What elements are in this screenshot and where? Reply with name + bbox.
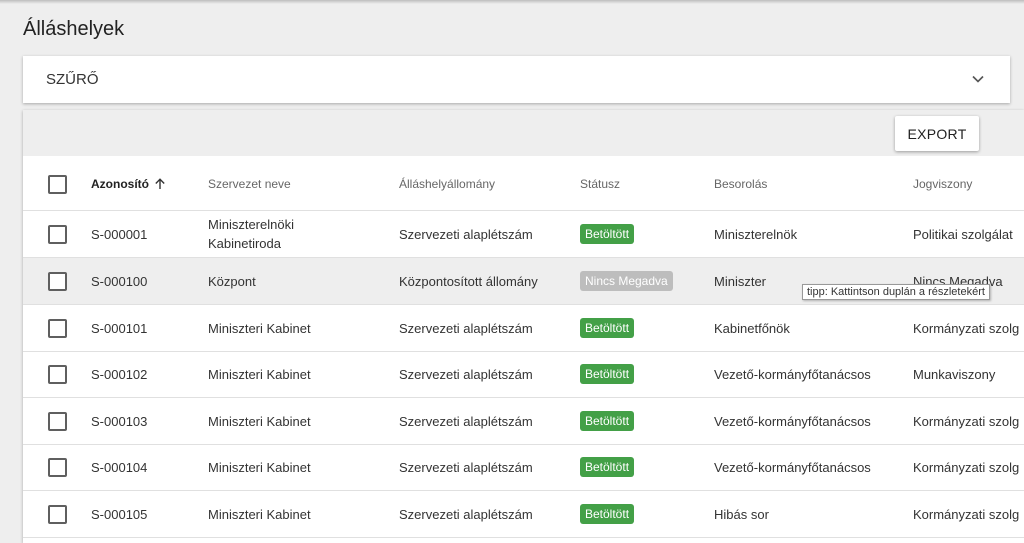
page-title: Álláshelyek (23, 18, 125, 40)
cell-legal: Kormányzati szolg (913, 413, 1020, 429)
cell-legal: Kormányzati szolg (913, 320, 1020, 336)
cell-status: Betöltött (580, 305, 635, 351)
cell-status: Nincs Megadva (580, 258, 673, 304)
column-header-id[interactable]: Azonosító (91, 157, 166, 210)
cell-legal: Kormányzati szolg (913, 459, 1020, 475)
column-header-stock[interactable]: Álláshelyállomány (399, 157, 495, 210)
cell-status: Betöltött (580, 444, 635, 490)
cell-legal: Politikai szolgálat (913, 226, 1013, 242)
row-checkbox[interactable] (48, 319, 67, 338)
column-header-legal[interactable]: Jogviszony (913, 157, 972, 210)
row-tooltip: tipp: Kattintson duplán a részletekért (802, 284, 990, 300)
filter-label: SZŰRŐ (46, 71, 99, 88)
cell-id: S-000001 (91, 226, 148, 242)
cell-id: S-000101 (91, 320, 148, 336)
cell-rank: Vezető-kormányfőtanácsos (714, 459, 871, 475)
row-checkbox[interactable] (48, 458, 67, 477)
row-checkbox[interactable] (48, 412, 67, 431)
cell-status: Betöltött (580, 211, 635, 257)
table-toolbar: EXPORT (23, 110, 1024, 156)
table-row[interactable]: S-000103 Miniszteri Kabinet Szervezeti a… (23, 398, 1024, 445)
status-badge: Betöltött (580, 318, 635, 338)
chevron-down-icon[interactable] (968, 69, 988, 89)
cell-legal: Munkaviszony (913, 366, 996, 382)
cell-stock: Szervezeti alaplétszám (399, 226, 533, 242)
status-badge: Betöltött (580, 224, 635, 244)
cell-stock: Szervezeti alaplétszám (399, 320, 533, 336)
cell-id: S-000103 (91, 413, 148, 429)
table-row[interactable]: S-000001 Miniszterelnöki Kabinetiroda Sz… (23, 211, 1024, 258)
cell-legal: Kormányzati szolg (913, 506, 1020, 522)
cell-id: S-000104 (91, 459, 148, 475)
cell-org: Miniszteri Kabinet (208, 366, 311, 382)
cell-stock: Szervezeti alaplétszám (399, 506, 533, 522)
cell-org: Miniszteri Kabinet (208, 459, 311, 475)
status-badge: Betöltött (580, 504, 635, 524)
table-row[interactable]: S-000105 Miniszteri Kabinet Szervezeti a… (23, 491, 1024, 538)
top-shadow (0, 0, 1024, 4)
cell-stock: Szervezeti alaplétszám (399, 413, 533, 429)
export-button[interactable]: EXPORT (895, 116, 979, 151)
cell-org: Miniszteri Kabinet (208, 320, 311, 336)
table-row[interactable]: S-000102 Miniszteri Kabinet Szervezeti a… (23, 351, 1024, 398)
data-table: EXPORT Azonosító Szervezet neve Álláshel… (23, 110, 1024, 543)
cell-stock: Szervezeti alaplétszám (399, 366, 533, 382)
cell-stock: Szervezeti alaplétszám (399, 459, 533, 475)
row-checkbox[interactable] (48, 272, 67, 291)
cell-status: Betöltött (580, 351, 635, 397)
row-checkbox[interactable] (48, 365, 67, 384)
cell-id: S-000102 (91, 366, 148, 382)
cell-rank: Hibás sor (714, 506, 769, 522)
cell-rank: Miniszter (714, 273, 767, 289)
status-badge: Nincs Megadva (580, 271, 673, 291)
status-badge: Betöltött (580, 364, 635, 384)
filter-panel[interactable]: SZŰRŐ (23, 56, 1010, 103)
cell-org: Miniszteri Kabinet (208, 506, 311, 522)
select-all-checkbox[interactable] (48, 175, 67, 194)
cell-org: Miniszteri Kabinet (208, 413, 311, 429)
arrow-up-icon (155, 177, 165, 189)
cell-org: Központ (208, 273, 256, 289)
cell-status: Betöltött (580, 491, 635, 537)
table-row[interactable]: S-000101 Miniszteri Kabinet Szervezeti a… (23, 305, 1024, 352)
column-header-status[interactable]: Státusz (580, 157, 620, 210)
cell-id: S-000105 (91, 506, 148, 522)
row-checkbox[interactable] (48, 505, 67, 524)
cell-rank: Kabinetfőnök (714, 320, 790, 336)
table-row[interactable]: S-000104 Miniszteri Kabinet Szervezeti a… (23, 444, 1024, 491)
cell-stock: Központosított állomány (399, 273, 538, 289)
status-badge: Betöltött (580, 411, 635, 431)
cell-status: Betöltött (580, 398, 635, 444)
column-header-rank[interactable]: Besorolás (714, 157, 767, 210)
table-header-row: Azonosító Szervezet neve Álláshelyállomá… (23, 157, 1024, 211)
cell-rank: Vezető-kormányfőtanácsos (714, 366, 871, 382)
column-header-label: Azonosító (91, 176, 149, 191)
row-checkbox[interactable] (48, 225, 67, 244)
cell-rank: Vezető-kormányfőtanácsos (714, 413, 871, 429)
cell-org: Miniszterelnöki Kabinetiroda (208, 217, 294, 251)
cell-id: S-000100 (91, 273, 148, 289)
status-badge: Betöltött (580, 457, 635, 477)
cell-rank: Miniszterelnök (714, 226, 798, 242)
column-header-org[interactable]: Szervezet neve (208, 157, 291, 210)
